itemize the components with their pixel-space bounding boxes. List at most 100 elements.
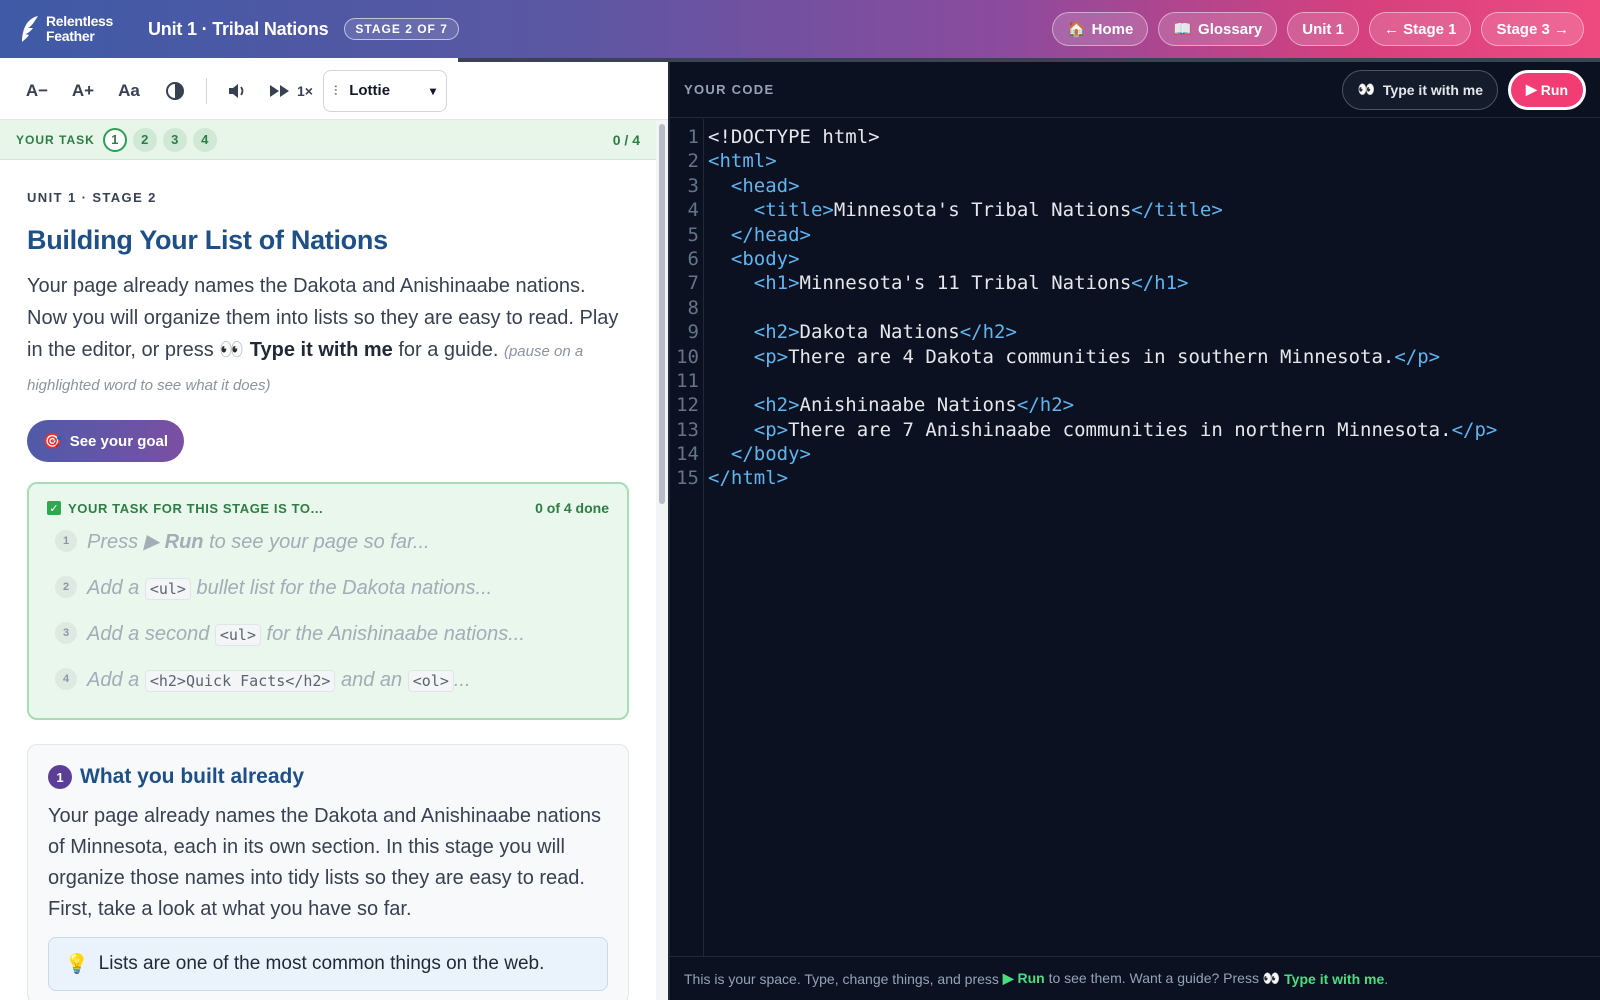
code-tag: </head> [730,223,811,246]
code-editor-panel: YOUR CODE 👀 Type it with me ▶ Run 123456… [668,62,1600,1000]
code-line[interactable]: <h2>Dakota Nations</h2> [708,320,1497,344]
glossary-button[interactable]: 📖 Glossary [1158,12,1278,46]
top-bar: Relentless Feather Unit 1 · Tribal Natio… [0,0,1600,58]
task-text: Add a <h2>Quick Facts</h2> and an <ol>..… [87,668,471,693]
step-1-dot[interactable]: 1 [102,127,127,152]
read-aloud-button[interactable] [215,72,261,110]
footer-type-link[interactable]: Type it with me [1284,971,1384,987]
target-icon: 🎯 [43,433,62,450]
intro-text-end: for a guide. [392,339,504,361]
increase-font-button[interactable]: A+ [60,72,106,110]
task-item: 4 Add a <h2>Quick Facts</h2> and an <ol>… [47,668,609,700]
book-icon: 📖 [1173,21,1193,38]
home-button[interactable]: 🏠 Home [1051,12,1149,46]
task-box-header: ✓ YOUR TASK FOR THIS STAGE IS TO... 0 of… [47,500,609,516]
code-tag: </h1> [1131,272,1189,295]
line-number: 3 [687,174,699,197]
eyes-icon: 👀 [1357,81,1375,97]
line-number: 1 [687,126,699,148]
code-tag: <html> [708,150,777,173]
step-4-dot[interactable]: 4 [192,127,217,152]
code-text[interactable]: <!DOCTYPE html> <html> <head> <title>Minn… [704,119,1497,957]
voice-select[interactable]: ⫶ Lottie ▾ [322,69,447,112]
code-tag: <head> [730,174,800,197]
task-item: 2 Add a <ul> bullet list for the Dakota … [47,576,609,608]
code-line[interactable] [708,296,1497,320]
brand[interactable]: Relentless Feather [18,14,132,44]
type-it-with-me-button[interactable]: 👀 Type it with me [1342,69,1498,110]
stage-task-box: ✓ YOUR TASK FOR THIS STAGE IS TO... 0 of… [27,482,629,720]
see-goal-button[interactable]: 🎯 See your goal [27,420,185,462]
task-item: 1 Press ▶ Run to see your page so far... [47,530,609,562]
lesson-title: Building Your List of Nations [27,225,388,255]
code-line[interactable] [708,369,1497,393]
code-token: There are 4 Dakota communities in southe… [788,345,1395,368]
code-tag: <body> [730,247,800,270]
task-progress-count: 0 / 4 [612,131,640,148]
code-line[interactable]: <h2>Anishinaabe Nations</h2> [708,393,1497,417]
task-text-part: for the Anishinaabe nations... [261,623,525,645]
editor-label: YOUR CODE [684,82,775,97]
code-line[interactable]: <body> [708,247,1497,271]
stage-badge: STAGE 2 OF 7 [344,18,459,40]
code-line[interactable]: <title>Minnesota's Tribal Nations</title… [708,198,1497,222]
type-it-label: Type it with me [1382,81,1483,98]
code-line[interactable]: <html> [708,149,1497,173]
task-number: 1 [55,530,77,552]
code-tag: <p> [753,418,789,441]
code-area[interactable]: 1 2 3 4 5 6 7 8 9 10 11 12 13 14 15 <!DOCTYPE html> <ht… [670,119,1600,957]
code-chip: <ul> [214,624,261,646]
code-line[interactable]: </html> [708,466,1497,490]
code-line[interactable]: <!DOCTYPE html> [708,125,1497,149]
code-line[interactable]: <p>There are 4 Dakota communities in sou… [708,345,1497,369]
decrease-font-button[interactable]: A− [14,72,60,110]
unit-title: Unit 1 · Tribal Nations [148,18,329,39]
code-tag: <h2> [753,321,800,344]
task-strip-label: YOUR TASK [16,132,95,147]
run-button[interactable]: ▶ Run [1508,69,1586,110]
prev-stage-button[interactable]: ← Stage 1 [1368,12,1472,46]
task-number: 4 [55,668,77,690]
code-line[interactable]: </head> [708,223,1497,247]
code-token: Dakota Nations [799,321,960,344]
code-line[interactable]: <head> [708,174,1497,198]
code-tag: <p> [753,345,789,368]
task-box-title: YOUR TASK FOR THIS STAGE IS TO... [68,500,324,516]
step-2-dot[interactable]: 2 [132,127,157,152]
line-number: 9 [687,321,699,344]
font-toggle-button[interactable]: Aa [106,72,152,110]
lesson-content[interactable]: UNIT 1 · STAGE 2 Building Your List of N… [0,160,656,1000]
intro-type-link[interactable]: Type it with me [250,339,393,361]
speed-control[interactable]: 1× [269,83,313,99]
task-text-part: Add a [87,577,145,599]
task-number: 2 [55,576,77,598]
lesson-scrollbar[interactable] [656,120,668,1000]
feather-logo-icon [22,16,38,42]
run-label: Run [1540,81,1568,98]
unit-button[interactable]: Unit 1 [1287,12,1359,46]
glossary-label: Glossary [1198,20,1263,38]
step-3-dot[interactable]: 3 [162,127,187,152]
task-progress-strip: YOUR TASK 1 2 3 4 0 / 4 [0,120,656,160]
footer-run-link[interactable]: ▶ Run [1003,970,1045,987]
code-line[interactable]: </body> [708,442,1497,466]
code-tag: </p> [1394,345,1441,368]
next-stage-button[interactable]: Stage 3 → [1481,12,1584,46]
home-label: Home [1091,20,1134,38]
toolbar-divider [206,77,207,104]
line-number: 11 [676,369,699,392]
scrollbar-thumb[interactable] [659,124,665,504]
task-text-part: ... [453,669,471,691]
lesson-step-card: 1 What you built already Your page alrea… [27,744,629,1000]
code-line[interactable]: <p>There are 7 Anishinaabe communities i… [708,418,1498,442]
contrast-button[interactable] [152,72,198,110]
editor-footer: This is your space. Type, change things,… [670,956,1600,1000]
code-line[interactable]: <h1>Minnesota's 11 Tribal Nations</h1> [708,271,1497,295]
see-goal-label: See your goal [69,432,169,450]
